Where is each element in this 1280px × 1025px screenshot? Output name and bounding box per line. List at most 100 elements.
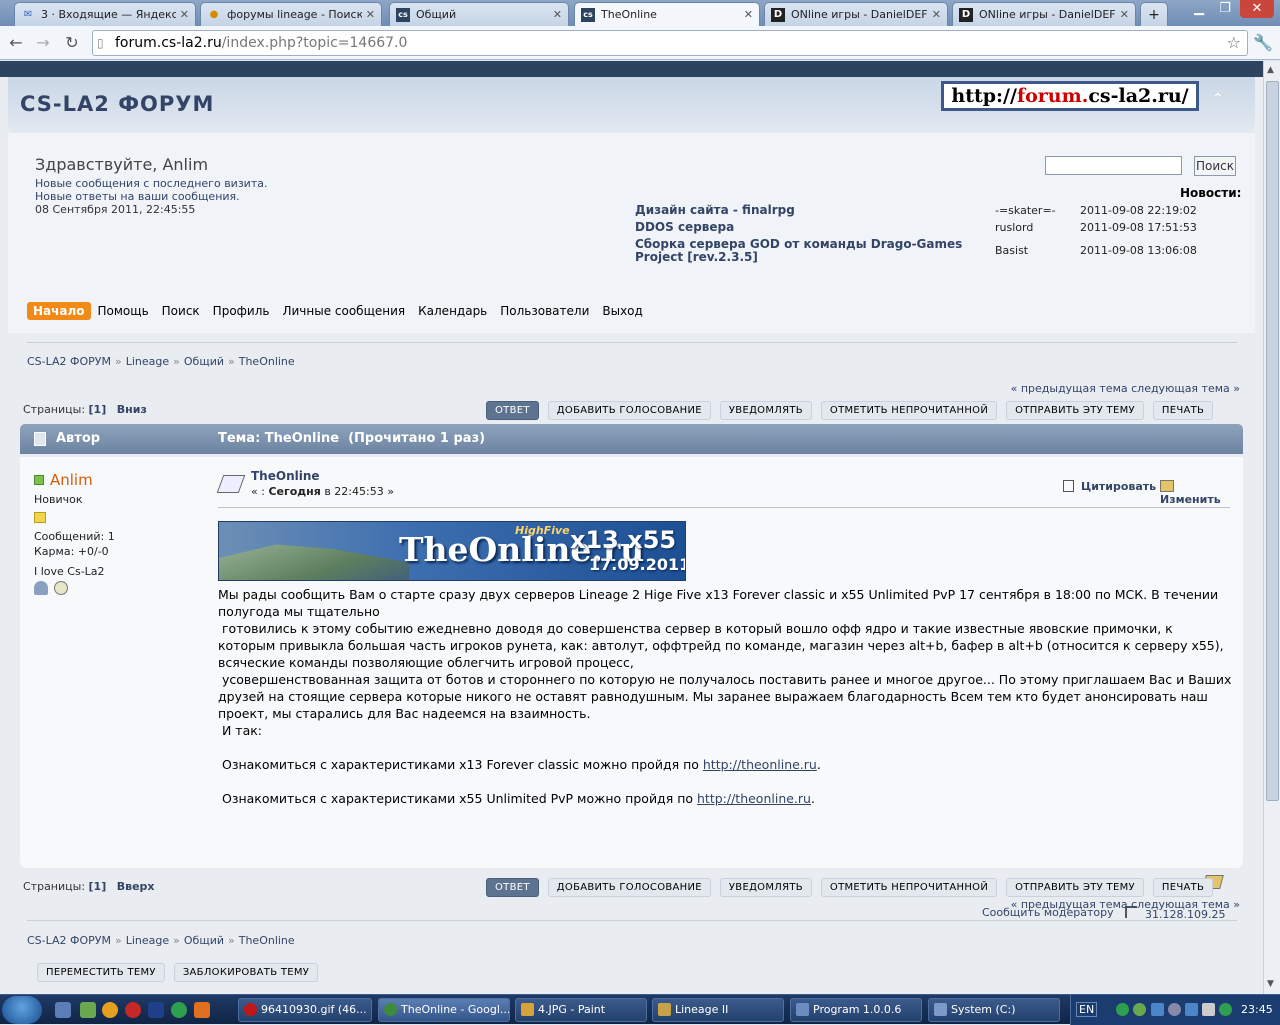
send-topic-button[interactable]: ОТПРАВИТЬ ЭТУ ТЕМУ bbox=[1006, 878, 1144, 897]
close-tab-icon[interactable]: ✕ bbox=[553, 8, 562, 21]
close-tab-icon[interactable]: ✕ bbox=[744, 8, 753, 21]
opera-icon[interactable] bbox=[125, 1002, 141, 1018]
network-icon[interactable] bbox=[1151, 1003, 1164, 1016]
menu-item-calendar[interactable]: Календарь bbox=[412, 302, 493, 320]
quicklaunch-icon[interactable] bbox=[194, 1002, 210, 1018]
taskbar-item[interactable]: TheOnline - Googl... bbox=[378, 998, 510, 1022]
breadcrumb-topic[interactable]: TheOnline bbox=[239, 934, 295, 947]
add-poll-button[interactable]: ДОБАВИТЬ ГОЛОСОВАНИЕ bbox=[547, 878, 711, 897]
prev-next-topic-links[interactable]: « предыдущая тема следующая тема » bbox=[1011, 898, 1240, 911]
breadcrumb-general[interactable]: Общий bbox=[184, 355, 224, 368]
prev-next-topic-links[interactable]: « предыдущая тема следующая тема » bbox=[1011, 382, 1240, 395]
print-button[interactable]: ПЕЧАТЬ bbox=[1152, 401, 1214, 420]
bookmark-star-icon[interactable]: ☆ bbox=[1227, 31, 1241, 55]
news-topic-link[interactable]: Дизайн сайта - finalrpg bbox=[635, 204, 965, 217]
collapse-header-icon[interactable]: ⌃ bbox=[1212, 91, 1224, 107]
close-tab-icon[interactable]: ✕ bbox=[932, 8, 941, 21]
taskbar-item[interactable]: System (C:) bbox=[928, 998, 1060, 1022]
maximize-button[interactable]: ❐ bbox=[1212, 0, 1238, 18]
notify-button[interactable]: УВЕДОМЛЯТЬ bbox=[719, 401, 812, 420]
close-window-button[interactable]: ✕ bbox=[1240, 0, 1274, 18]
topic-title: Тема: TheOnline (Прочитано 1 раз) bbox=[218, 431, 486, 446]
utorrent-icon[interactable] bbox=[171, 1002, 187, 1018]
scroll-down-arrow-icon[interactable]: ▼ bbox=[1267, 979, 1274, 989]
taskbar-item[interactable]: Lineage II bbox=[652, 998, 784, 1022]
edit-button[interactable]: Изменить bbox=[1160, 480, 1232, 506]
taskbar-item[interactable]: 4.JPG - Paint bbox=[515, 998, 647, 1022]
search-button[interactable]: Поиск bbox=[1194, 156, 1236, 176]
reload-button[interactable]: ↻ bbox=[61, 32, 83, 54]
quicklaunch-icon[interactable] bbox=[80, 1002, 96, 1018]
volume-icon[interactable] bbox=[1202, 1003, 1215, 1016]
breadcrumb-topic[interactable]: TheOnline bbox=[239, 355, 295, 368]
taskbar-item[interactable]: Program 1.0.0.6 bbox=[790, 998, 922, 1022]
quicklaunch-icon[interactable] bbox=[102, 1002, 118, 1018]
mark-unread-button[interactable]: ОТМЕТИТЬ НЕПРОЧИТАННОЙ bbox=[820, 878, 998, 897]
theonline-link[interactable]: http://theonline.ru bbox=[703, 757, 817, 772]
tray-icon[interactable] bbox=[1219, 1003, 1232, 1016]
breadcrumb-lineage[interactable]: Lineage bbox=[126, 934, 169, 947]
print-button[interactable]: ПЕЧАТЬ bbox=[1152, 878, 1214, 897]
new-replies-link[interactable]: Новые ответы на ваши сообщения. bbox=[35, 190, 240, 203]
forward-button[interactable]: → bbox=[32, 32, 54, 54]
profile-icon[interactable] bbox=[34, 581, 48, 595]
news-topic-link[interactable]: DDOS сервера bbox=[635, 221, 965, 234]
menu-item-search[interactable]: Поиск bbox=[156, 302, 206, 320]
back-button[interactable]: ← bbox=[5, 32, 27, 54]
quote-button[interactable]: Цитировать bbox=[1063, 480, 1156, 493]
tab-search-lineage[interactable]: ● форумы lineage - Поисковая ✕ bbox=[200, 2, 382, 26]
search-input[interactable] bbox=[1045, 156, 1182, 175]
divider bbox=[27, 920, 1237, 921]
scrollbar-thumb[interactable] bbox=[1266, 81, 1279, 801]
tab-danieldefo-2[interactable]: D ONline игры - DanielDEFO ✕ bbox=[952, 2, 1136, 26]
tray-icon[interactable] bbox=[1185, 1003, 1198, 1016]
menu-item-users[interactable]: Пользователи bbox=[494, 302, 595, 320]
notify-button[interactable]: УВЕДОМЛЯТЬ bbox=[719, 878, 812, 897]
quicklaunch-icon[interactable] bbox=[55, 1002, 71, 1018]
lock-topic-button[interactable]: ЗАБЛОКИРОВАТЬ ТЕМУ bbox=[173, 963, 319, 982]
send-topic-button[interactable]: ОТПРАВИТЬ ЭТУ ТЕМУ bbox=[1006, 401, 1144, 420]
go-up-link[interactable]: Вверх bbox=[117, 880, 155, 893]
breadcrumb-lineage[interactable]: Lineage bbox=[126, 355, 169, 368]
mark-unread-button[interactable]: ОТМЕТИТЬ НЕПРОЧИТАННОЙ bbox=[820, 401, 998, 420]
wrench-menu-button[interactable]: 🔧 bbox=[1252, 32, 1274, 54]
post-subject-link[interactable]: TheOnline bbox=[251, 469, 320, 483]
tab-yandex-mail[interactable]: ✉ 3 · Входящие — Яндекс.По ✕ bbox=[14, 2, 196, 26]
menu-item-messages[interactable]: Личные сообщения bbox=[276, 302, 411, 320]
poster-name[interactable]: Anlim bbox=[50, 471, 93, 489]
minimize-button[interactable]: ▁ bbox=[1186, 0, 1212, 18]
utorrent-tray-icon[interactable] bbox=[1116, 1003, 1129, 1016]
tray-icon[interactable] bbox=[1133, 1003, 1146, 1016]
menu-item-profile[interactable]: Профиль bbox=[207, 302, 276, 320]
tray-icon[interactable] bbox=[1168, 1003, 1181, 1016]
tab-danieldefo-1[interactable]: D ONline игры - DanielDEFO ✕ bbox=[764, 2, 948, 26]
language-indicator[interactable]: EN bbox=[1076, 1002, 1098, 1017]
breadcrumb-forum[interactable]: CS-LA2 ФОРУМ bbox=[27, 355, 111, 368]
menu-item-home[interactable]: Начало bbox=[27, 302, 91, 320]
reply-button[interactable]: ОТВЕТ bbox=[486, 401, 539, 420]
start-button[interactable] bbox=[2, 996, 42, 1024]
move-topic-button[interactable]: ПЕРЕМЕСТИТЬ ТЕМУ bbox=[37, 963, 165, 982]
close-tab-icon[interactable]: ✕ bbox=[366, 8, 375, 21]
quicklaunch-icon[interactable] bbox=[148, 1002, 164, 1018]
breadcrumb-general[interactable]: Общий bbox=[184, 934, 224, 947]
breadcrumb-forum[interactable]: CS-LA2 ФОРУМ bbox=[27, 934, 111, 947]
close-tab-icon[interactable]: ✕ bbox=[1120, 8, 1129, 21]
page-scrollbar[interactable]: ▲ ▼ bbox=[1263, 61, 1280, 994]
news-topic-link[interactable]: Сборка сервера GOD от команды Drago-Game… bbox=[635, 238, 965, 264]
scroll-up-arrow-icon[interactable]: ▲ bbox=[1267, 65, 1274, 75]
theonline-link[interactable]: http://theonline.ru bbox=[697, 791, 811, 806]
new-posts-link[interactable]: Новые сообщения с последнего визита. bbox=[35, 177, 267, 190]
tab-theonline[interactable]: cs TheOnline ✕ bbox=[574, 2, 760, 26]
personal-message-icon[interactable] bbox=[54, 581, 68, 595]
tab-general[interactable]: cs Общий ✕ bbox=[389, 2, 569, 26]
close-tab-icon[interactable]: ✕ bbox=[180, 8, 189, 21]
new-tab-button[interactable]: + bbox=[1140, 2, 1168, 26]
menu-item-logout[interactable]: Выход bbox=[596, 302, 648, 320]
taskbar-item[interactable]: 96410930.gif (46... bbox=[238, 998, 372, 1022]
reply-button[interactable]: ОТВЕТ bbox=[486, 878, 539, 897]
menu-item-help[interactable]: Помощь bbox=[92, 302, 155, 320]
address-bar[interactable]: ▯ forum.cs-la2.ru/index.php?topic=14667.… bbox=[92, 30, 1248, 56]
go-down-link[interactable]: Вниз bbox=[117, 403, 147, 416]
add-poll-button[interactable]: ДОБАВИТЬ ГОЛОСОВАНИЕ bbox=[547, 401, 711, 420]
